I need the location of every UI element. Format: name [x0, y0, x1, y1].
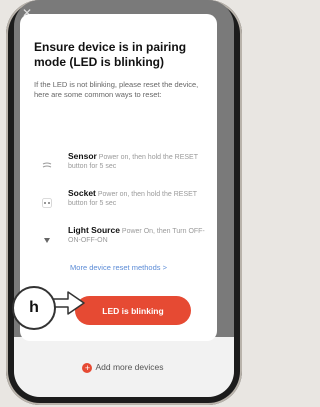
- bulb-icon: [40, 233, 54, 247]
- step-callout: h: [12, 286, 56, 330]
- more-reset-methods-link[interactable]: More device reset methods >: [20, 263, 217, 272]
- reset-method-name: Sensor: [68, 151, 97, 161]
- reset-method-sensor: Sensor Power on, then hold the RESET but…: [40, 152, 210, 182]
- reset-method-name: Light Source: [68, 225, 120, 235]
- reset-method-light-source: Light Source Power On, then Turn OFF-ON-…: [40, 226, 210, 256]
- modal-description: If the LED is not blinking, please reset…: [34, 80, 199, 99]
- led-is-blinking-button[interactable]: LED is blinking: [75, 296, 191, 325]
- socket-icon: [40, 196, 54, 210]
- reset-method-name: Socket: [68, 188, 96, 198]
- add-more-label: Add more devices: [95, 362, 164, 372]
- add-more-devices[interactable]: + Add more devices: [0, 362, 246, 373]
- reset-method-socket: Socket Power on, then hold the RESET but…: [40, 189, 210, 219]
- reset-method-text: Light Source Power On, then Turn OFF-ON-…: [68, 226, 208, 245]
- modal-title: Ensure device is in pairing mode (LED is…: [34, 40, 187, 69]
- add-icon: +: [82, 362, 93, 373]
- reset-method-text: Socket Power on, then hold the RESET but…: [68, 189, 208, 208]
- sensor-icon: [40, 159, 54, 173]
- reset-method-text: Sensor Power on, then hold the RESET but…: [68, 152, 208, 171]
